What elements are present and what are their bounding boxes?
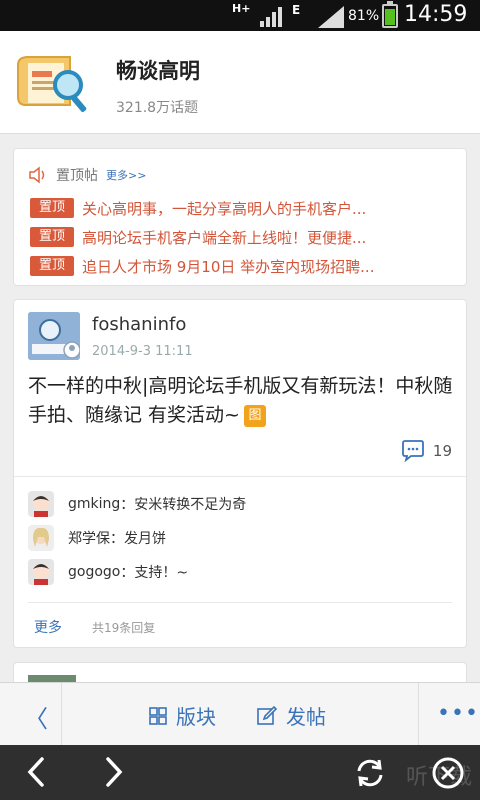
reply-text: ：安米转换不足为奇: [120, 497, 247, 513]
chevron-left-icon: 〈: [24, 705, 48, 733]
sticky-item-title: 关心高明事，一起分享高明人的手机客户...: [82, 199, 367, 218]
nav-back-icon[interactable]: [22, 755, 50, 789]
sticky-tag: 置顶: [30, 198, 74, 218]
edit-icon: [257, 705, 278, 725]
reply-item[interactable]: gogogo ：支持！~: [28, 558, 188, 586]
author-avatar[interactable]: [28, 312, 80, 360]
new-post-label: 发帖: [286, 705, 326, 729]
sticky-tag: 置顶: [30, 256, 74, 276]
back-button[interactable]: 〈: [0, 683, 62, 746]
sticky-posts-card: 置顶帖 更多>> 置顶 关心高明事，一起分享高明人的手机客户... 置顶 高明论…: [13, 148, 467, 286]
refresh-icon[interactable]: [352, 755, 388, 791]
more-menu-button[interactable]: •••: [418, 683, 480, 746]
post-title: 不一样的中秋|高明论坛手机版又有新玩法！中秋随手拍、随缘记 有奖活动~: [28, 375, 453, 426]
total-replies: 共19条回复: [92, 621, 156, 635]
forum-title: 畅谈高明: [116, 59, 200, 83]
image-badge: 图: [243, 405, 266, 427]
sticky-tag: 置顶: [30, 227, 74, 247]
sticky-header: 置顶帖 更多>>: [28, 165, 146, 185]
sticky-item[interactable]: 置顶 追日人才市场 9月10日 举办室内现场招聘...: [30, 255, 450, 277]
sticky-item[interactable]: 置顶 关心高明事，一起分享高明人的手机客户...: [30, 197, 450, 219]
network-type: H+: [232, 2, 251, 15]
nav-forward-icon[interactable]: [100, 755, 128, 789]
bottom-toolbar: 〈 版块 发帖 •••: [0, 682, 480, 746]
battery-level: [385, 8, 395, 25]
more-replies-link[interactable]: 更多: [34, 617, 62, 637]
post-content[interactable]: 不一样的中秋|高明论坛手机版又有新玩法！中秋随手拍、随缘记 有奖活动~ 图: [28, 372, 454, 430]
avatar-image: [28, 312, 80, 360]
new-post-button[interactable]: 发帖: [256, 701, 326, 730]
reply-text: ：支持！~: [120, 565, 189, 581]
battery-icon: [382, 1, 398, 28]
comment-icon: [402, 440, 424, 462]
comment-count-value: 19: [432, 442, 452, 460]
sticky-item-title: 追日人才市场 9月10日 举办室内现场招聘...: [82, 257, 375, 276]
battery-percent: 81%: [348, 8, 380, 24]
reply-user: 郑学保: [68, 531, 110, 547]
more-icon: •••: [437, 701, 479, 726]
watermark: 听下载: [405, 765, 472, 790]
signal-icon: [260, 7, 282, 27]
replies-footer: 更多 共19条回复: [28, 602, 452, 648]
comment-count[interactable]: 19: [401, 440, 452, 462]
post-card[interactable]: foshaninfo 2014-9-3 11:11 不一样的中秋|高明论坛手机版…: [13, 299, 467, 648]
forum-logo-icon: [17, 56, 87, 113]
reply-avatar: [28, 491, 54, 517]
reply-avatar: [28, 525, 54, 551]
speaker-icon: [29, 166, 45, 184]
reply-item[interactable]: 郑学保 ：发月饼: [28, 524, 166, 552]
sticky-more-link[interactable]: 更多>>: [106, 167, 146, 183]
forum-header: 畅谈高明 321.8万话题: [0, 31, 480, 134]
reply-user: gogogo: [68, 564, 121, 580]
boards-button[interactable]: 版块: [148, 701, 216, 730]
topic-count: 321.8万话题: [116, 100, 199, 116]
network-type-2: E: [292, 3, 301, 17]
clock: 14:59: [404, 2, 468, 27]
boards-label: 版块: [176, 705, 216, 729]
reply-text: ：发月饼: [110, 531, 166, 547]
signal-icon-2: [318, 6, 344, 28]
sticky-item[interactable]: 置顶 高明论坛手机客户端全新上线啦！更便捷...: [30, 226, 450, 248]
reply-item[interactable]: gmking ：安米转换不足为奇: [28, 490, 246, 518]
status-bar: H+ E 81% 14:59: [0, 0, 480, 31]
post-author[interactable]: foshaninfo: [92, 314, 186, 335]
divider: [14, 476, 466, 477]
sticky-item-title: 高明论坛手机客户端全新上线啦！更便捷...: [82, 228, 367, 247]
post-date: 2014-9-3 11:11: [92, 344, 193, 359]
sticky-label: 置顶帖: [56, 168, 98, 184]
browser-nav-bar: 听下载: [0, 745, 480, 800]
grid-icon: [149, 706, 167, 725]
reply-user: gmking: [68, 496, 121, 512]
reply-avatar: [28, 559, 54, 585]
